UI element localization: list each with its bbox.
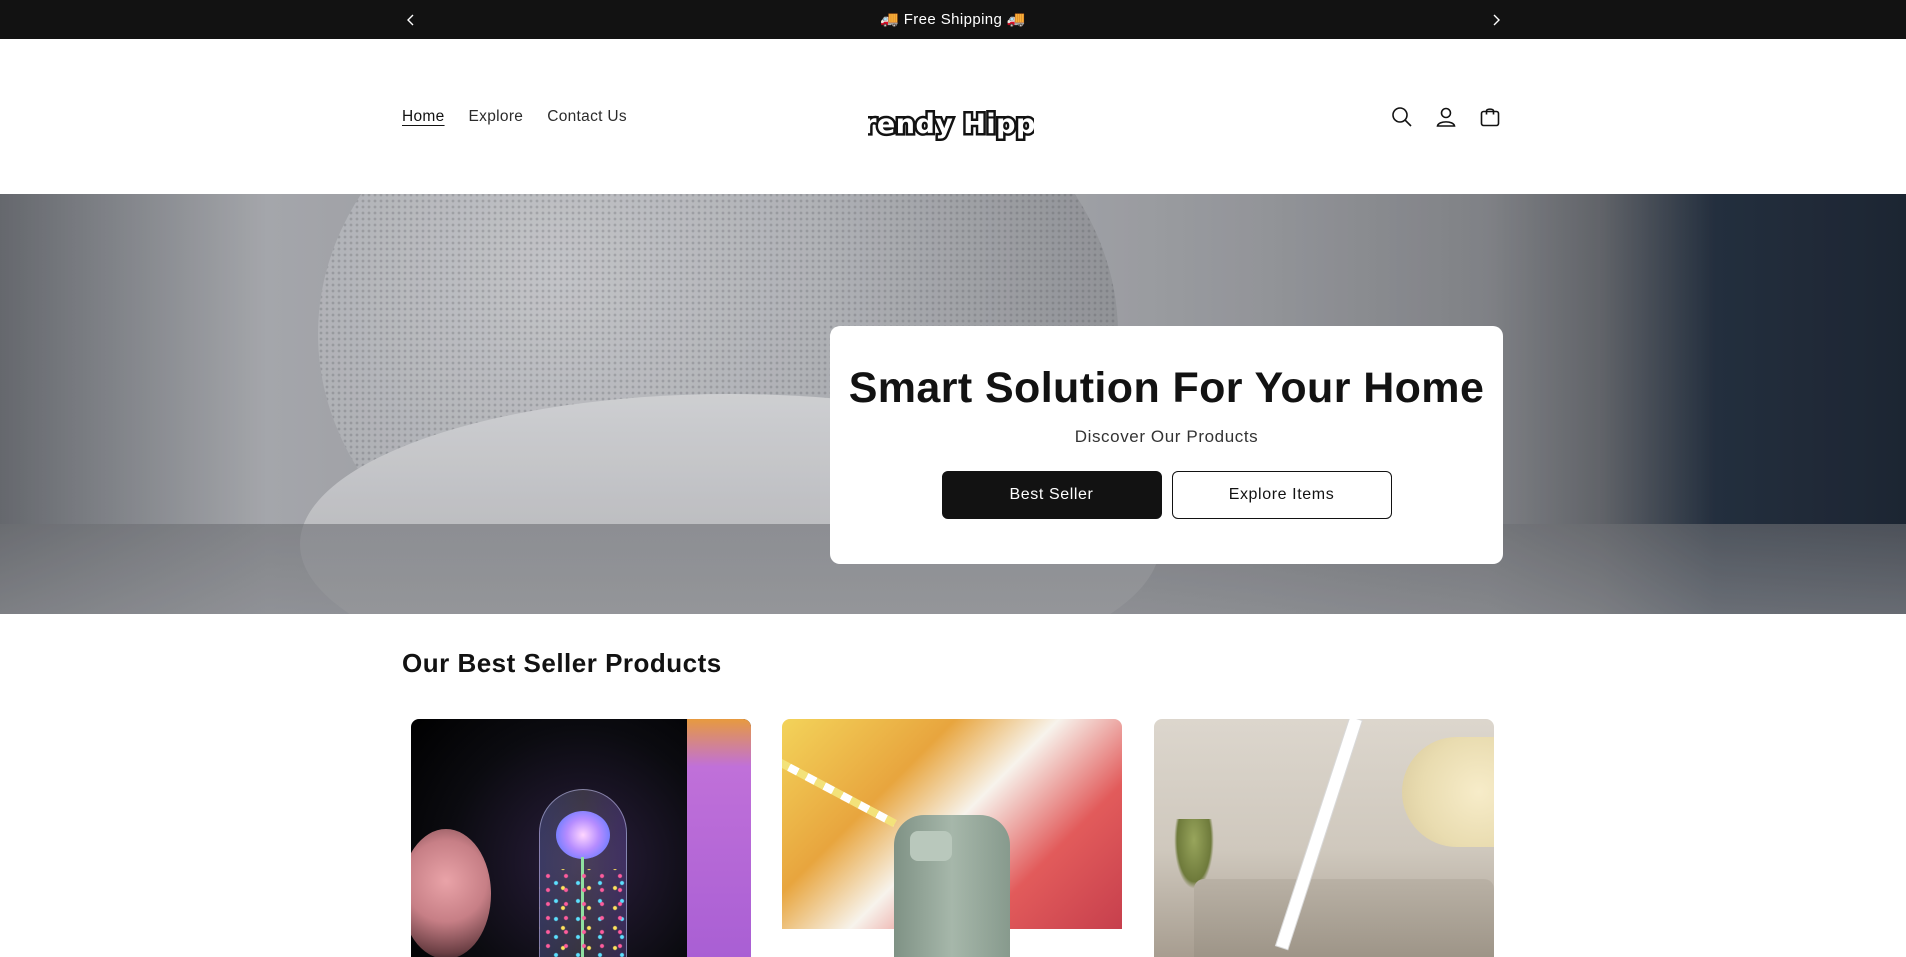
product-image-gift-box <box>687 719 751 957</box>
cart-button[interactable] <box>1468 95 1512 139</box>
logo-text: Trendy Hippo <box>868 109 1034 140</box>
hero-title: Smart Solution For Your Home <box>848 364 1485 412</box>
account-button[interactable] <box>1424 95 1468 139</box>
cart-icon <box>1480 107 1500 126</box>
site-logo[interactable]: Trendy Hippo <box>845 103 1057 143</box>
nav-item-contact-us[interactable]: Contact Us <box>547 108 627 126</box>
search-button[interactable] <box>1380 95 1424 139</box>
best-seller-button[interactable]: Best Seller <box>941 471 1162 519</box>
product-image-lamp <box>1402 737 1494 847</box>
explore-items-button[interactable]: Explore Items <box>1171 471 1392 519</box>
product-image-rose <box>556 811 610 859</box>
product-image-straw <box>782 759 897 828</box>
product-card-vacuum[interactable] <box>1154 719 1494 957</box>
announcement-next-button[interactable] <box>1481 0 1511 39</box>
product-image-blender-lid <box>910 831 952 861</box>
chevron-right-icon <box>1493 14 1500 25</box>
product-image-sofa <box>1194 879 1494 957</box>
main-nav: Home Explore Contact Us <box>402 39 651 194</box>
product-image-flowers <box>411 829 491 957</box>
hero-buttons: Best Seller Explore Items <box>830 471 1503 519</box>
account-icon <box>1436 107 1456 127</box>
section-title: Our Best Seller Products <box>402 648 722 678</box>
header-icons <box>1380 39 1512 194</box>
nav-item-explore[interactable]: Explore <box>469 108 524 126</box>
product-card-rose-lamp[interactable] <box>411 719 751 957</box>
product-image-lights <box>539 869 627 957</box>
site-header: Home Explore Contact Us Trendy Hippo <box>0 39 1906 194</box>
hero-subtitle: Discover Our Products <box>1074 427 1259 446</box>
search-icon <box>1392 106 1412 127</box>
product-card-blender[interactable] <box>782 719 1122 957</box>
hero-banner: Smart Solution For Your Home Discover Ou… <box>0 194 1906 614</box>
hero-content-card: Smart Solution For Your Home Discover Ou… <box>830 326 1503 564</box>
announcement-text: 🚚 Free Shipping 🚚 <box>880 11 1026 28</box>
announcement-bar: 🚚 Free Shipping 🚚 <box>0 0 1906 39</box>
nav-item-home[interactable]: Home <box>402 108 445 126</box>
